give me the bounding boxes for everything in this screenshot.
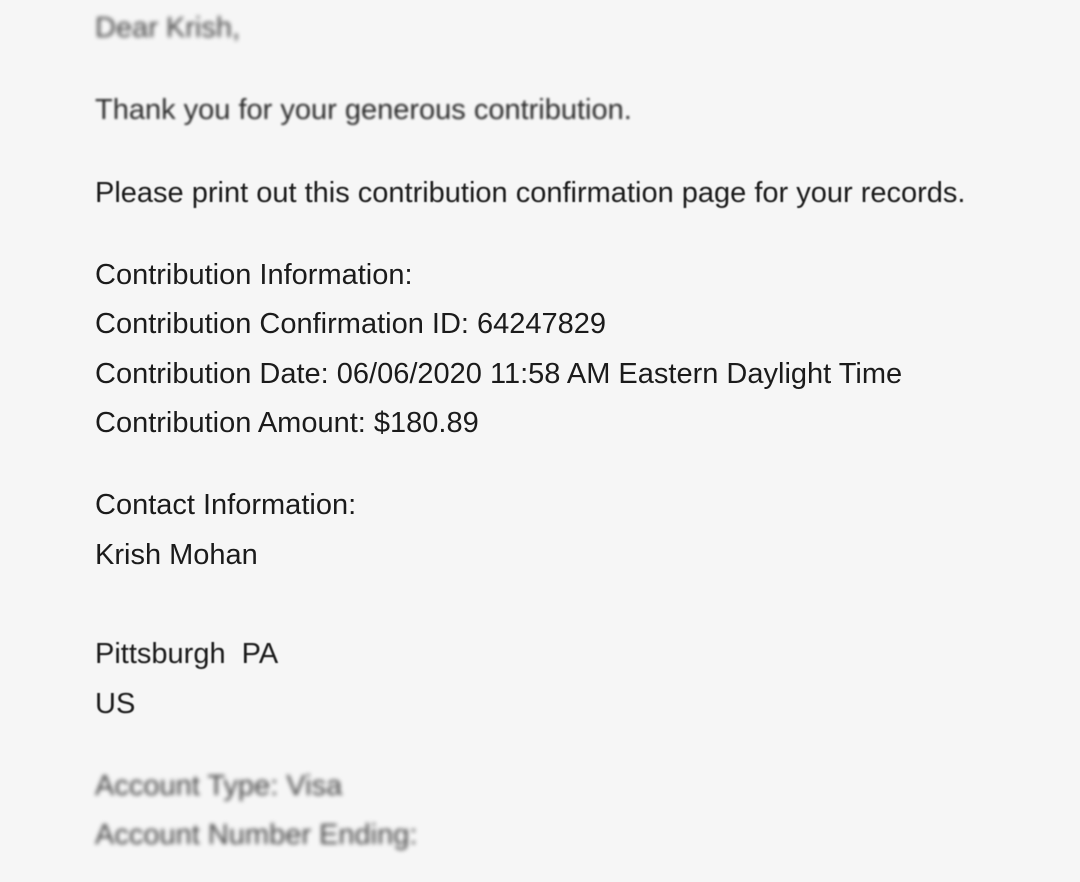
contact-city-state: Pittsburgh PA (95, 638, 279, 670)
account-number-ending: Account Number Ending: (95, 819, 418, 851)
contact-heading: Contact Information: (95, 489, 357, 521)
print-note-text: Please print out this contribution confi… (95, 177, 966, 209)
confirmation-id: Contribution Confirmation ID: 64247829 (95, 308, 607, 340)
thanks-text: Thank you for your generous contribution… (95, 94, 632, 126)
contribution-heading: Contribution Information: (95, 259, 413, 291)
greeting-text: Dear Krish, (95, 12, 241, 44)
contact-name: Krish Mohan (95, 539, 258, 571)
contribution-amount: Contribution Amount: $180.89 (95, 407, 479, 439)
account-type: Account Type: Visa (95, 770, 343, 802)
confirmation-letter: Dear Krish, Thank you for your generous … (95, 0, 1075, 882)
contact-country: US (95, 688, 136, 720)
contribution-date: Contribution Date: 06/06/2020 11:58 AM E… (95, 358, 903, 390)
